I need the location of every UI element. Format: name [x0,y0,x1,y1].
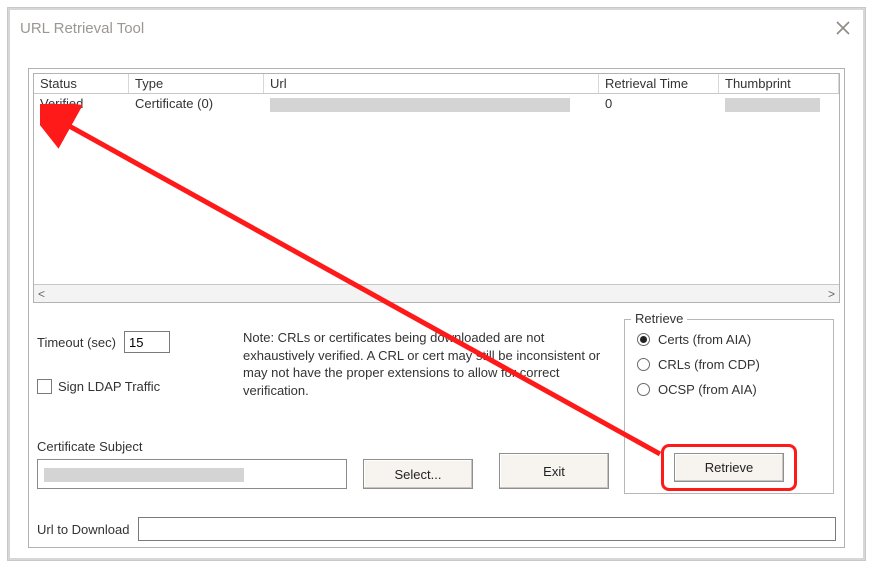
radio-label: OCSP (from AIA) [658,382,757,397]
window-title: URL Retrieval Tool [20,20,144,37]
retrieve-legend: Retrieve [631,311,687,326]
radio-label: Certs (from AIA) [658,332,751,347]
timeout-label: Timeout (sec) [37,335,116,350]
close-icon[interactable] [833,18,853,38]
url-listview[interactable]: Status Type Url Retrieval Time Thumbprin… [33,73,840,303]
radio-ocsp-aia[interactable]: OCSP (from AIA) [637,382,825,397]
col-retrieval-time[interactable]: Retrieval Time [599,74,719,93]
radio-icon [637,333,650,346]
cell-type: Certificate (0) [129,94,264,114]
client-area: Status Type Url Retrieval Time Thumbprin… [28,68,845,548]
cert-subject-field [37,459,347,489]
radio-certs-aia[interactable]: Certs (from AIA) [637,332,825,347]
retrieve-button-highlight: Retrieve [661,444,797,491]
titlebar: URL Retrieval Tool [10,10,863,46]
radio-crls-cdp[interactable]: CRLs (from CDP) [637,357,825,372]
radio-icon [637,383,650,396]
sign-ldap-checkbox[interactable] [37,379,52,394]
col-url[interactable]: Url [264,74,599,93]
note-text: Note: CRLs or certificates being downloa… [243,329,613,399]
radio-icon [637,358,650,371]
listview-body[interactable]: Verified Certificate (0) 0 [34,94,839,284]
horizontal-scrollbar[interactable]: < > [34,284,839,302]
col-type[interactable]: Type [129,74,264,93]
url-retrieval-window: URL Retrieval Tool Status Type Url Retri… [8,8,865,560]
cell-retrieval-time: 0 [599,94,719,114]
url-download-input[interactable] [138,517,837,541]
retrieve-button[interactable]: Retrieve [674,453,784,482]
cell-url [264,94,599,114]
cell-status: Verified [34,94,129,114]
scroll-right-icon[interactable]: > [828,287,835,301]
listview-header: Status Type Url Retrieval Time Thumbprin… [34,74,839,94]
table-row[interactable]: Verified Certificate (0) 0 [34,94,839,114]
cell-thumbprint [719,94,839,114]
exit-button[interactable]: Exit [499,453,609,489]
col-thumbprint[interactable]: Thumbprint [719,74,839,93]
retrieve-groupbox: Retrieve Certs (from AIA) CRLs (from CDP… [624,319,834,494]
cert-subject-label: Certificate Subject [37,439,143,454]
timeout-input[interactable] [124,331,170,353]
url-download-label: Url to Download [37,522,130,537]
sign-ldap-label: Sign LDAP Traffic [58,379,160,394]
col-status[interactable]: Status [34,74,129,93]
select-button[interactable]: Select... [363,459,473,489]
radio-label: CRLs (from CDP) [658,357,760,372]
scroll-left-icon[interactable]: < [38,287,45,301]
